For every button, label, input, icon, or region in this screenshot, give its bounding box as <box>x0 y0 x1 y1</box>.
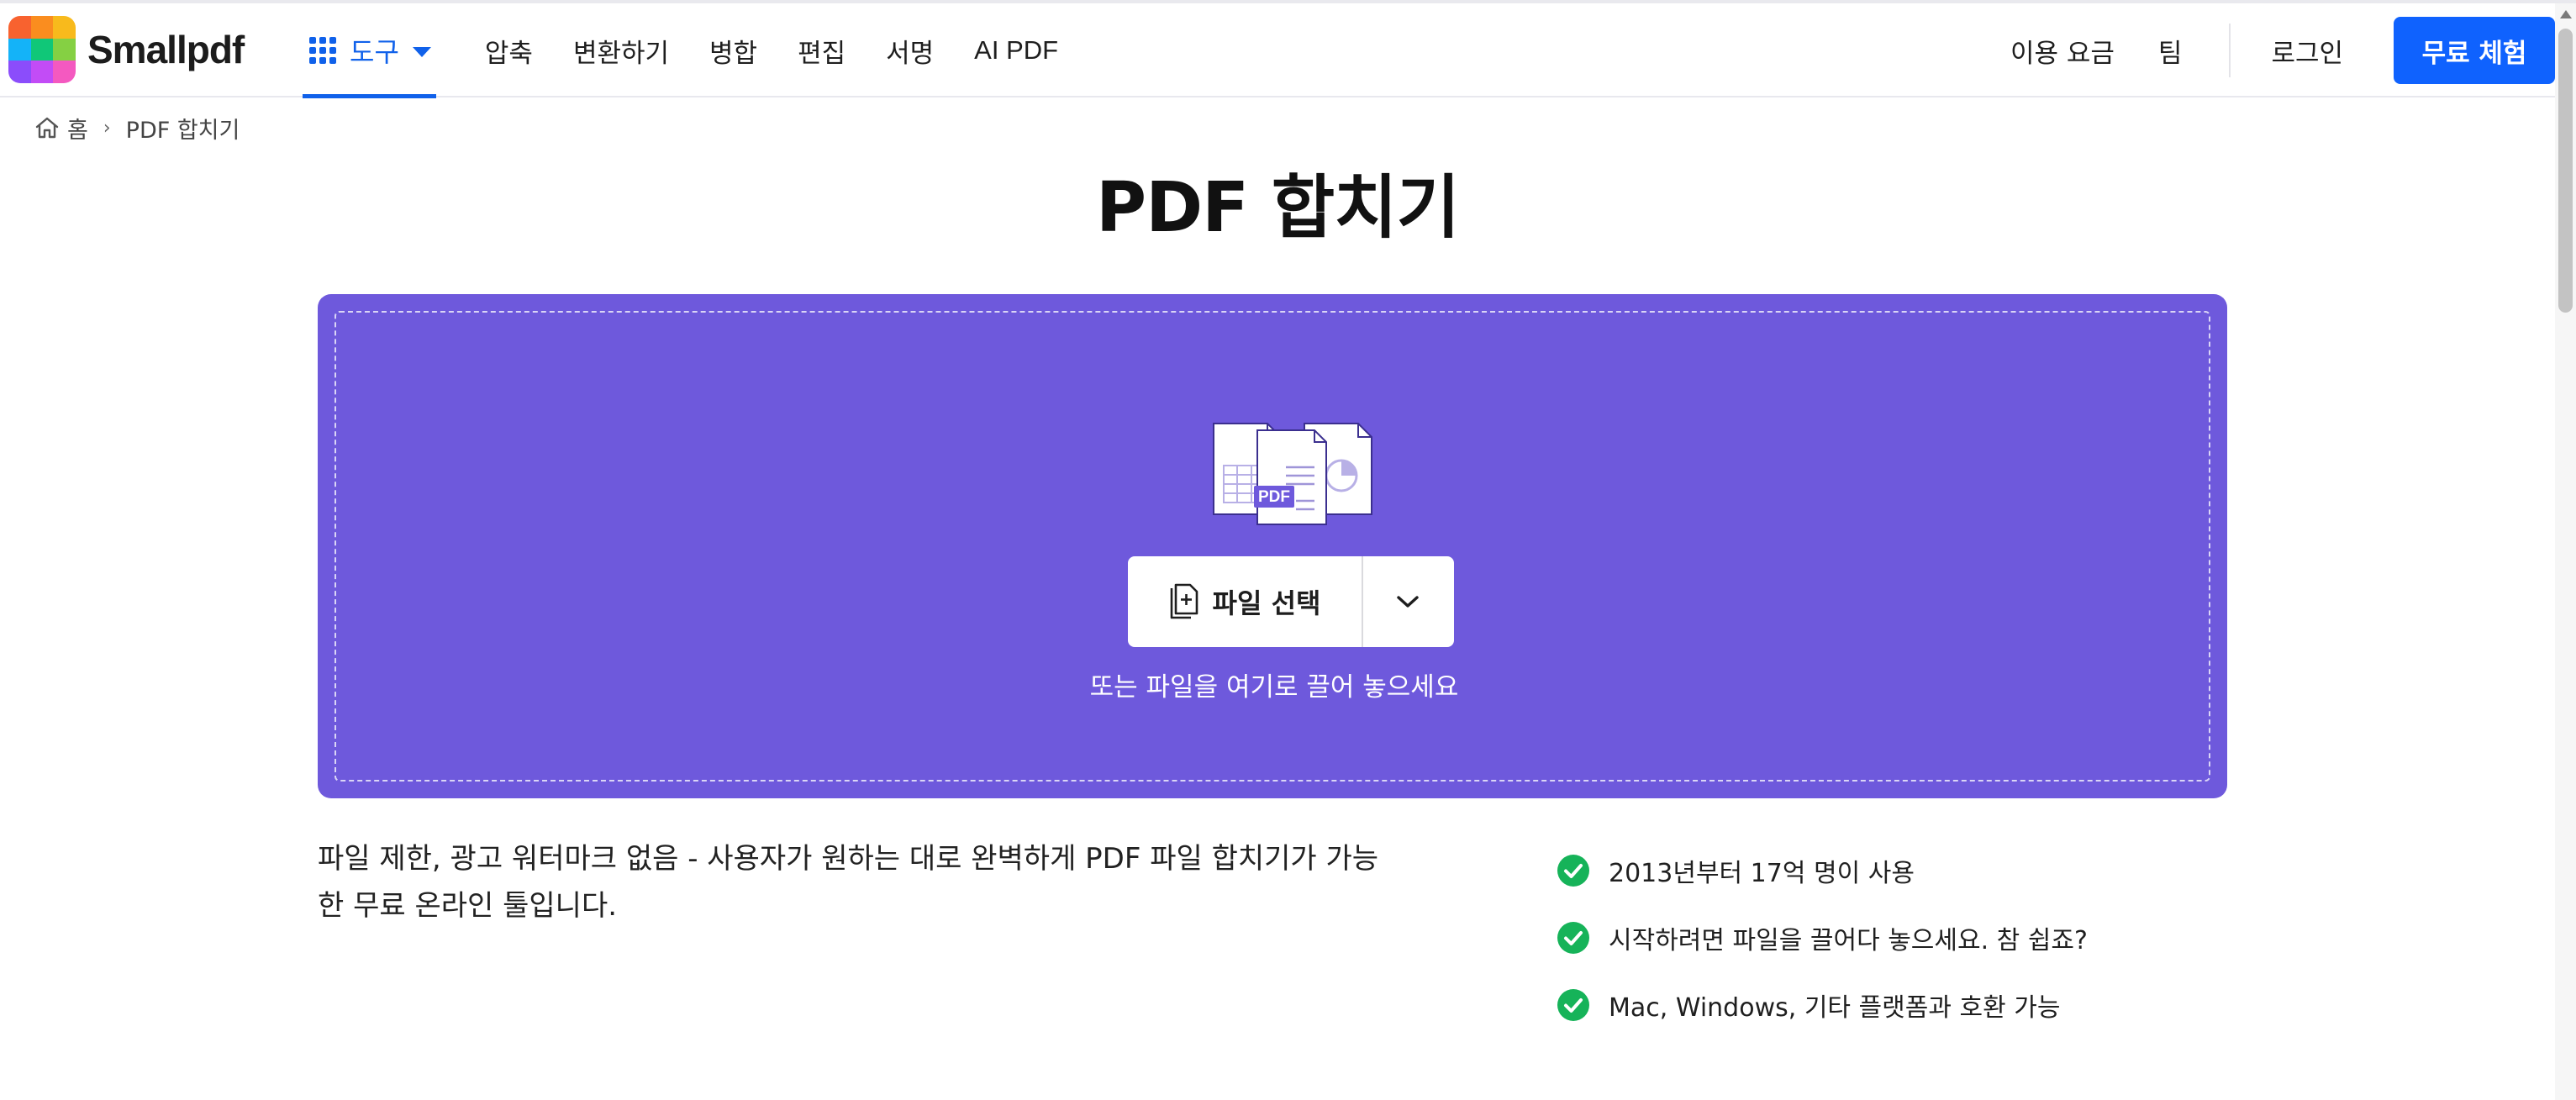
team-link[interactable]: 팀 <box>2158 32 2183 70</box>
choose-file-label: 파일 선택 <box>1212 587 1321 619</box>
logo-cell <box>53 61 76 83</box>
header-divider <box>2229 24 2231 77</box>
check-circle-icon <box>1557 922 1589 954</box>
scrollbar-thumb[interactable] <box>2558 29 2573 313</box>
logo-cell <box>30 61 54 83</box>
logo-cell <box>30 16 54 39</box>
nav-sign[interactable]: 서명 <box>886 32 934 70</box>
logo-cell <box>8 61 31 83</box>
nav-edit[interactable]: 편집 <box>798 32 845 70</box>
pricing-link[interactable]: 이용 요금 <box>2010 32 2115 70</box>
logo-mark-icon <box>8 16 76 83</box>
tool-description: 파일 제한, 광고 워터마크 없음 - 사용자가 원하는 대로 완벽하게 PDF… <box>318 842 1379 923</box>
breadcrumb-current: PDF 합치기 <box>125 117 240 144</box>
tools-label: 도구 <box>350 36 399 68</box>
feature-text: 2013년부터 17억 명이 사용 <box>1609 859 1915 888</box>
logo-cell <box>8 38 31 61</box>
brand-logo[interactable]: Smallpdf <box>8 15 245 84</box>
caret-down-icon <box>412 47 431 57</box>
tools-menu-button[interactable]: 도구 <box>303 3 436 98</box>
main-nav: 도구 압축 변환하기 병합 편집 서명 AI PDF <box>303 3 1058 98</box>
nav-convert[interactable]: 변환하기 <box>573 32 669 70</box>
check-circle-icon <box>1557 855 1589 887</box>
feature-text: 시작하려면 파일을 끌어다 놓으세요. 참 쉽죠? <box>1609 926 2088 955</box>
choose-file-split-button: 파일 선택 <box>1128 556 1454 647</box>
pdf-badge: PDF <box>1258 488 1290 506</box>
grid-icon <box>309 37 336 64</box>
site-header: Smallpdf 도구 압축 변환하기 병합 편집 서명 AI PDF 이용 요… <box>0 3 2555 98</box>
feature-text: Mac, Windows, 기타 플랫폼과 호환 가능 <box>1609 993 2061 1023</box>
dropzone-dashed-border: PDF 파일 선택 또는 파일을 여기로 끌어 놓으세요 <box>335 311 2210 782</box>
check-circle-icon <box>1557 989 1589 1021</box>
breadcrumb: 홈 › PDF 합치기 <box>34 111 240 145</box>
file-plus-icon <box>1170 583 1198 619</box>
choose-file-button[interactable]: 파일 선택 <box>1128 556 1363 647</box>
brand-name: Smallpdf <box>87 28 245 71</box>
header-actions: 이용 요금 팀 로그인 무료 체험 <box>2010 3 2555 97</box>
feature-list: 2013년부터 17억 명이 사용 시작하려면 파일을 끌어다 놓으세요. 참 … <box>1557 837 2088 1039</box>
choose-file-options-button[interactable] <box>1363 556 1452 647</box>
breadcrumb-separator: › <box>103 117 111 139</box>
page: Smallpdf 도구 압축 변환하기 병합 편집 서명 AI PDF 이용 요… <box>0 0 2576 1100</box>
feature-item: 2013년부터 17억 명이 사용 <box>1557 837 2088 904</box>
file-dropzone[interactable]: PDF 파일 선택 또는 파일을 여기로 끌어 놓으세요 <box>318 294 2227 798</box>
feature-item: 시작하려면 파일을 끌어다 놓으세요. 참 쉽죠? <box>1557 904 2088 971</box>
breadcrumb-home[interactable]: 홈 <box>67 112 88 145</box>
nav-merge[interactable]: 병합 <box>709 32 757 70</box>
login-link[interactable]: 로그인 <box>2271 32 2343 70</box>
page-title: PDF 합치기 <box>1095 168 1460 248</box>
vertical-scrollbar[interactable] <box>2555 3 2576 1100</box>
logo-cell <box>53 38 76 61</box>
scroll-up-arrow-icon[interactable] <box>2560 10 2572 18</box>
drop-hint-text: 또는 파일을 여기로 끌어 놓으세요 <box>1089 672 1459 703</box>
home-icon <box>35 117 59 139</box>
logo-cell <box>8 16 31 39</box>
nav-compress[interactable]: 압축 <box>485 32 533 70</box>
logo-cell <box>53 16 76 39</box>
logo-cell <box>30 38 54 61</box>
nav-ai-pdf[interactable]: AI PDF <box>974 35 1058 66</box>
documents-illustration-icon: PDF <box>1213 423 1372 525</box>
free-trial-button[interactable]: 무료 체험 <box>2394 17 2555 84</box>
chevron-down-icon <box>1397 596 1419 608</box>
feature-item: Mac, Windows, 기타 플랫폼과 호환 가능 <box>1557 971 2088 1039</box>
